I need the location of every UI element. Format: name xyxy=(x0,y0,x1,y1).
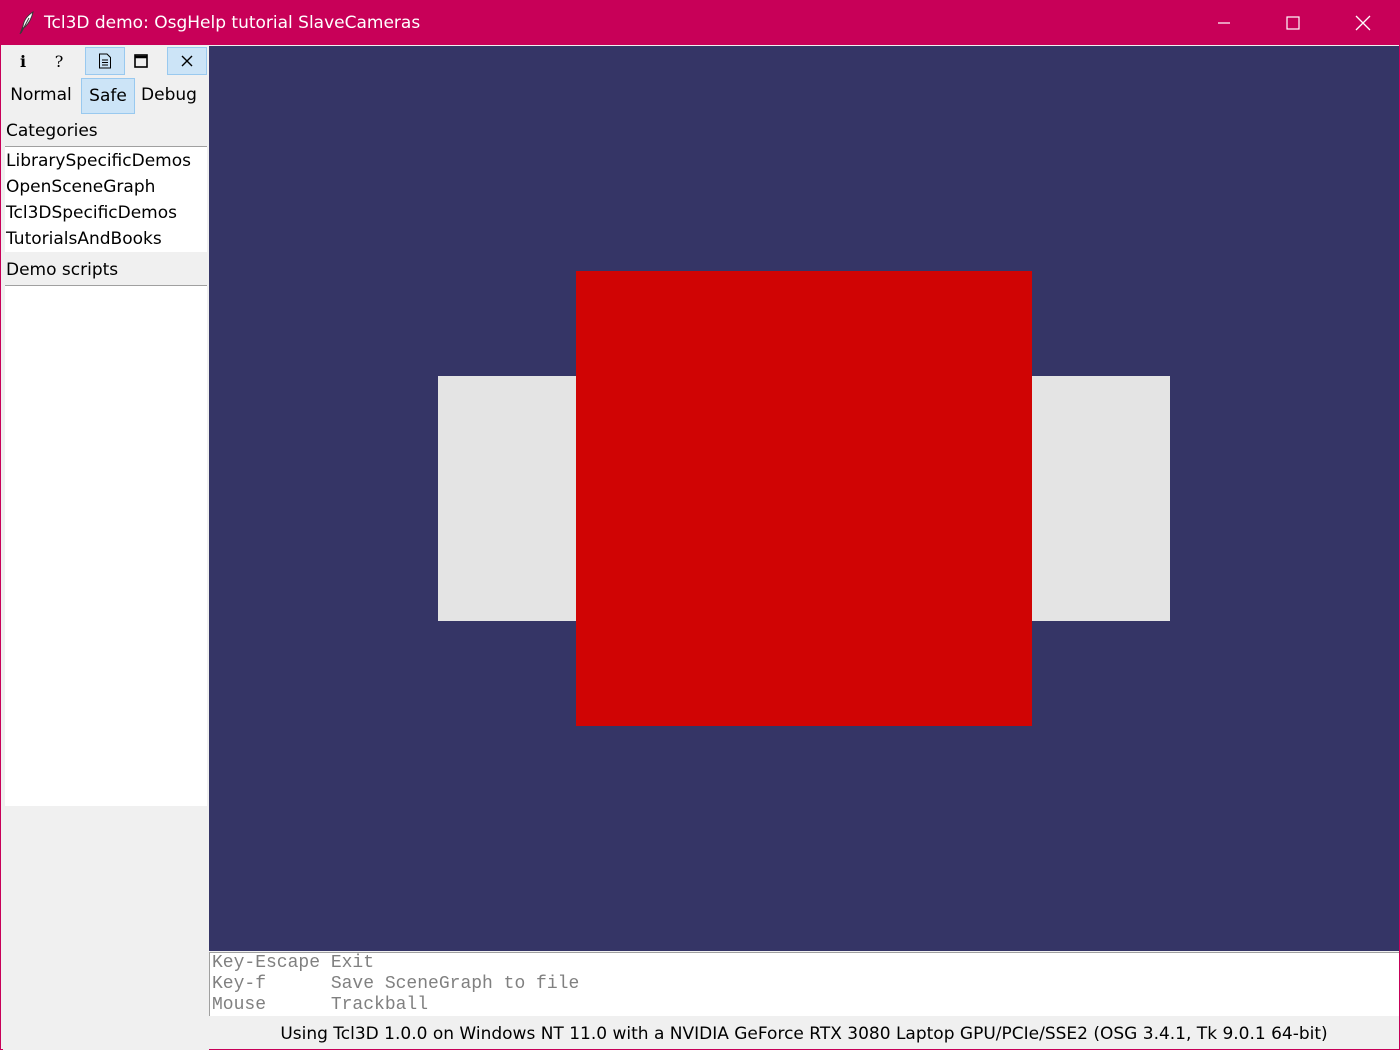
close-icon xyxy=(181,55,193,67)
feather-icon xyxy=(17,10,35,35)
mode-normal-button[interactable]: Normal xyxy=(5,78,77,114)
title-bar[interactable]: Tcl3D demo: OsgHelp tutorial SlaveCamera… xyxy=(1,1,1399,45)
status-bar: Using Tcl3D 1.0.0 on Windows NT 11.0 wit… xyxy=(280,1024,1328,1044)
mode-debug-button[interactable]: Debug xyxy=(137,78,201,114)
info-icon: i xyxy=(19,51,27,71)
window-icon xyxy=(134,54,148,68)
demo-scripts-label: Demo scripts xyxy=(6,260,119,280)
window-button[interactable] xyxy=(121,47,161,75)
help-line: Key-Escape Exit xyxy=(212,953,375,973)
window-title: Tcl3D demo: OsgHelp tutorial SlaveCamera… xyxy=(44,13,421,33)
help-line: Mouse Trackball xyxy=(212,995,429,1015)
demo-scripts-listbox[interactable] xyxy=(5,285,207,806)
close-button[interactable] xyxy=(167,47,207,75)
info-button[interactable]: i xyxy=(3,47,43,75)
left-quad xyxy=(438,376,576,621)
maximize-button[interactable] xyxy=(1258,1,1328,45)
help-text-box[interactable]: Key-Escape Exit Key-f Save SceneGraph to… xyxy=(209,952,1399,1016)
left-panel: i ? Normal Safe Debug Categories Library… xyxy=(3,46,209,1050)
list-item[interactable]: OpenSceneGraph xyxy=(5,174,207,200)
right-quad xyxy=(1032,376,1170,621)
minimize-button[interactable] xyxy=(1189,1,1259,45)
document-button[interactable] xyxy=(85,47,125,75)
help-icon: ? xyxy=(54,51,64,71)
help-button[interactable]: ? xyxy=(39,47,79,75)
osg-viewport[interactable] xyxy=(209,46,1399,951)
list-item[interactable]: LibrarySpecificDemos xyxy=(5,148,207,174)
app-window: Tcl3D demo: OsgHelp tutorial SlaveCamera… xyxy=(0,0,1400,1050)
categories-listbox[interactable]: LibrarySpecificDemos OpenSceneGraph Tcl3… xyxy=(5,146,207,252)
list-item[interactable]: Tcl3DSpecificDemos xyxy=(5,200,207,226)
categories-label: Categories xyxy=(6,121,98,141)
close-window-icon xyxy=(1355,15,1371,31)
maximize-icon xyxy=(1286,16,1300,30)
minimize-icon xyxy=(1218,22,1230,24)
mode-safe-button[interactable]: Safe xyxy=(81,78,135,114)
list-item[interactable]: TutorialsAndBooks xyxy=(5,226,207,252)
document-icon xyxy=(99,53,111,69)
close-window-button[interactable] xyxy=(1328,1,1398,45)
help-line: Key-f Save SceneGraph to file xyxy=(212,974,580,994)
front-quad xyxy=(576,271,1032,726)
